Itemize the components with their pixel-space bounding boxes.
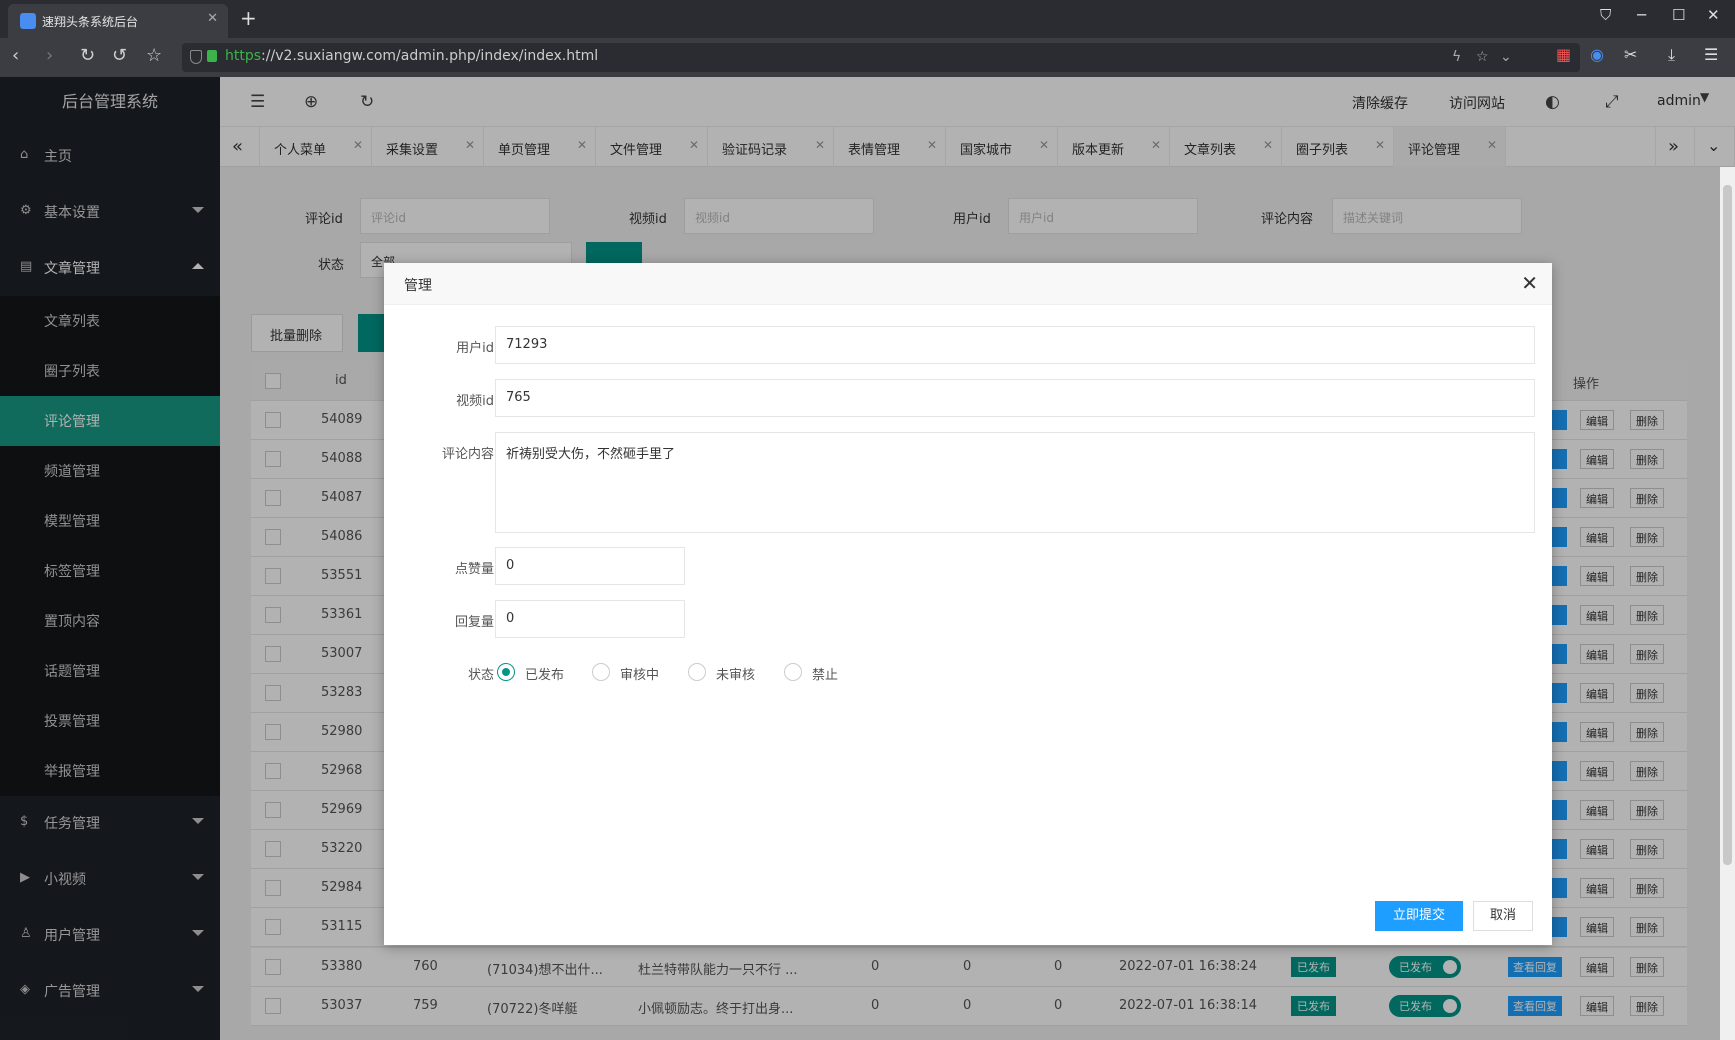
radio-checked-icon (497, 663, 515, 681)
submit-button[interactable]: 立即提交 (1375, 901, 1463, 931)
content-textarea[interactable]: 祈祷别受大伤，不然砸手里了 (495, 432, 1535, 533)
replies-label: 回复量 (454, 615, 494, 630)
video-id-label: 视频id (456, 394, 494, 409)
close-icon[interactable]: ✕ (1521, 271, 1538, 295)
status-label: 状态 (467, 668, 494, 683)
bookmark-star-icon[interactable]: ☆ (146, 45, 162, 66)
browser-tab-title: 速翔头条系统后台 (42, 15, 139, 29)
browser-tab[interactable]: 速翔头条系统后台 ✕ (8, 4, 228, 38)
likes-input[interactable]: 0 (495, 547, 685, 585)
edit-comment-dialog: 管理 ✕ 用户id 71293 视频id 765 评论内容 祈祷别受大伤，不然砸… (384, 263, 1552, 945)
apps-icon[interactable]: ▦ (1556, 45, 1571, 64)
dialog-header: 管理 ✕ (384, 263, 1552, 305)
minimize-icon[interactable]: ─ (1637, 6, 1646, 24)
new-tab-icon[interactable]: + (240, 6, 257, 30)
reload-icon[interactable]: ↻ (80, 45, 95, 66)
extension-icon[interactable]: ◉ (1590, 45, 1604, 64)
url-input[interactable]: https://v2.suxiangw.com/admin.php/index/… (182, 43, 1580, 72)
dropdown-icon[interactable]: ⌄ (1500, 49, 1512, 65)
download-icon[interactable]: ⤓ (1668, 45, 1675, 65)
browser-tab-bar: 速翔头条系统后台 ✕ + ⛉ ─ ☐ ✕ (0, 0, 1735, 38)
user-id-label: 用户id (456, 341, 494, 356)
close-window-icon[interactable]: ✕ (1707, 6, 1720, 24)
favorite-icon[interactable]: ☆ (1476, 49, 1489, 65)
menu-icon[interactable]: ☰ (1704, 45, 1718, 64)
maximize-icon[interactable]: ☐ (1672, 6, 1685, 24)
page-scrollbar[interactable] (1720, 167, 1735, 1040)
url-scheme: https (225, 48, 262, 64)
content-label: 评论内容 (441, 447, 494, 462)
cancel-button[interactable]: 取消 (1473, 901, 1533, 931)
pin-icon[interactable]: ⛉ (1600, 6, 1611, 24)
undo-icon[interactable]: ↺ (112, 45, 127, 66)
dialog-title: 管理 (404, 278, 432, 294)
scrollbar-thumb[interactable] (1723, 185, 1732, 865)
radio-icon (688, 663, 706, 681)
close-tab-icon[interactable]: ✕ (207, 11, 218, 26)
shield-icon (190, 50, 202, 64)
url-text: ://v2.suxiangw.com/admin.php/index/index… (261, 48, 599, 64)
scissors-icon[interactable]: ✂ (1624, 45, 1637, 64)
video-id-input[interactable]: 765 (495, 379, 1535, 417)
radio-icon (784, 663, 802, 681)
back-icon[interactable]: ‹ (12, 45, 19, 66)
likes-label: 点赞量 (454, 562, 494, 577)
replies-input[interactable]: 0 (495, 600, 685, 638)
user-id-input[interactable]: 71293 (495, 326, 1535, 364)
flash-icon[interactable]: ϟ (1452, 49, 1461, 65)
site-favicon-icon (20, 13, 36, 29)
radio-icon (592, 663, 610, 681)
lock-icon (207, 50, 217, 62)
forward-icon[interactable]: › (46, 45, 53, 66)
